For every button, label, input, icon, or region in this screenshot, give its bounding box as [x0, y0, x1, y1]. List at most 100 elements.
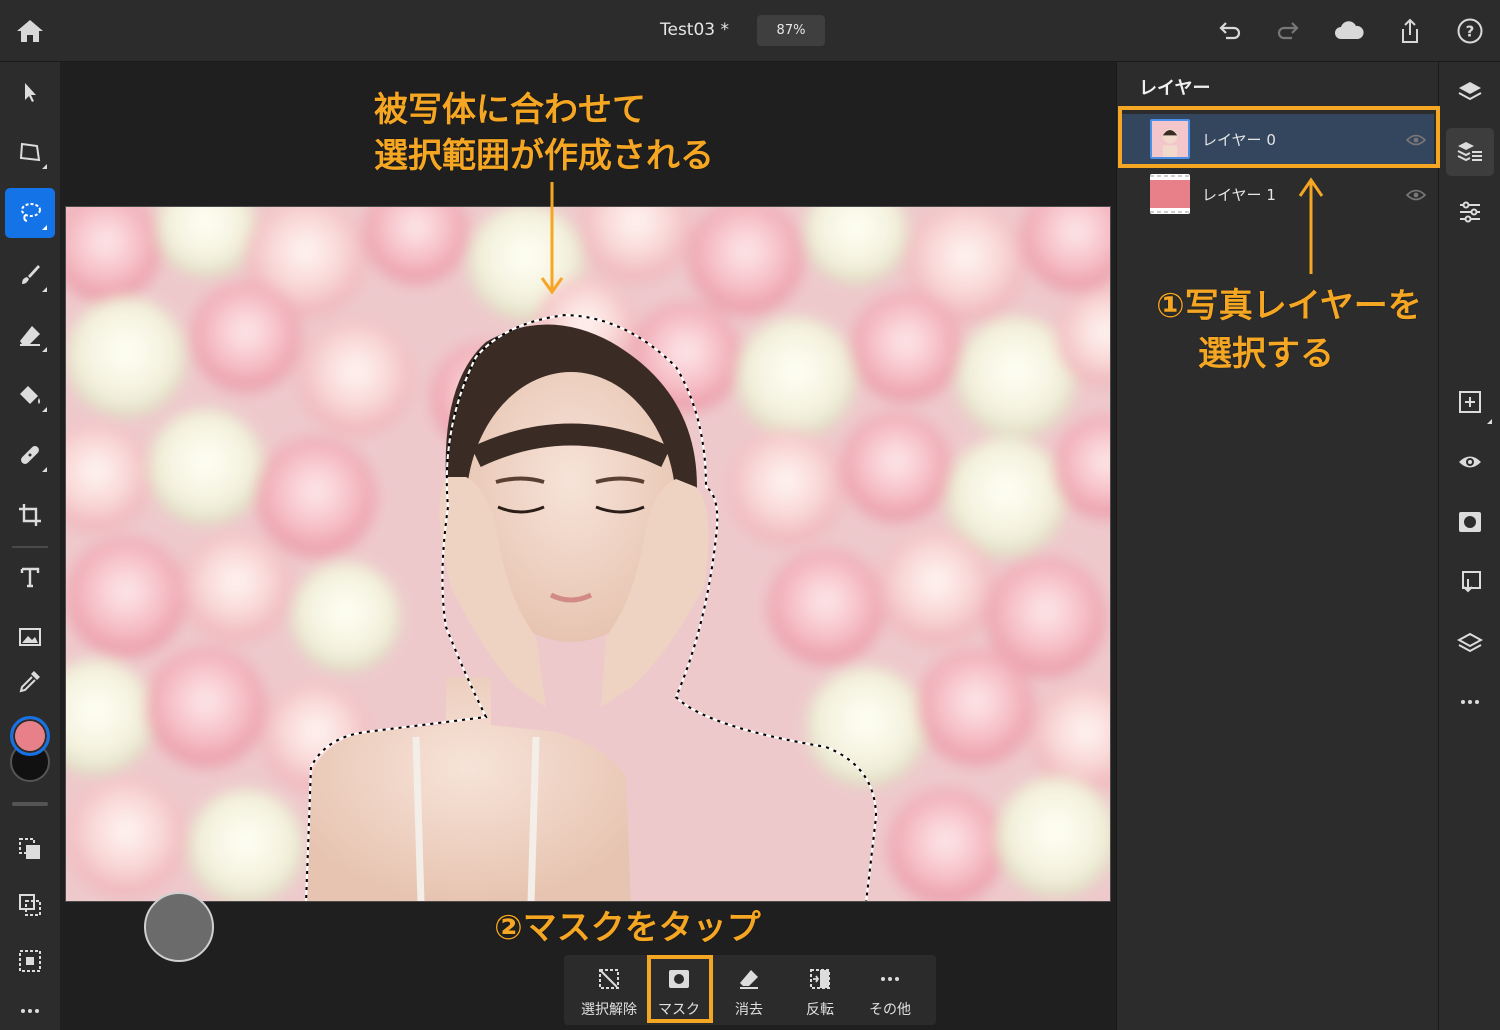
type-icon [20, 567, 40, 588]
adjustments-button[interactable] [1446, 188, 1494, 236]
selection-action-bar: 選択解除 マスク 消去 反転 その他 [564, 955, 936, 1025]
annotation-highlight-mask [647, 955, 713, 1023]
selection-subtract-tool[interactable] [5, 880, 55, 930]
corner-indicator [42, 467, 47, 472]
right-toolbar [1438, 62, 1500, 1030]
annotation-arrow-down [540, 182, 564, 295]
deselect-icon [599, 969, 619, 989]
annotation-right-line1: ①写真レイヤーを [1156, 286, 1422, 326]
clip-layer-button[interactable] [1446, 558, 1494, 606]
undo-icon[interactable] [1214, 16, 1244, 46]
corner-indicator [42, 164, 47, 169]
erase-icon [740, 970, 758, 989]
eye-icon[interactable] [1405, 187, 1427, 201]
crop-tool[interactable] [5, 490, 55, 540]
drag-handle[interactable] [12, 802, 48, 806]
selection-intersect-icon [19, 950, 41, 972]
merge-icon [1457, 632, 1483, 653]
annotation-bottom: ②マスクをタップ [494, 908, 761, 948]
foreground-color-swatch[interactable] [10, 716, 50, 756]
eraser-tool[interactable] [5, 310, 55, 360]
corner-indicator [42, 225, 47, 230]
canvas-image[interactable] [65, 206, 1111, 902]
selection-add-icon [19, 838, 40, 859]
image-tool[interactable] [5, 612, 55, 662]
clip-icon [1462, 571, 1481, 593]
healing-icon [21, 446, 39, 464]
transform-tool[interactable] [5, 127, 55, 177]
eraser-icon [20, 326, 40, 346]
layers-icon [1458, 82, 1482, 101]
more-tools-button[interactable] [5, 986, 55, 1030]
crop-icon [19, 504, 41, 526]
layer-properties-icon [1457, 142, 1482, 162]
mask-icon [1459, 512, 1481, 532]
lasso-icon [21, 203, 41, 222]
touch-shortcut-button[interactable] [144, 892, 214, 962]
layer-properties-button[interactable] [1446, 128, 1494, 176]
annotation-right-line2: 選択する [1198, 334, 1334, 374]
select-icon [25, 83, 36, 102]
add-layer-icon [1459, 391, 1481, 413]
invert-button[interactable]: 反転 [785, 955, 855, 1025]
annotation-top-line2: 選択範囲が作成される [374, 136, 714, 176]
divider [12, 546, 48, 548]
layers-panel: レイヤー レイヤー 0 レイヤー 1 [1116, 62, 1438, 1030]
more-icon [21, 1009, 39, 1013]
eyedropper-tool[interactable] [5, 656, 55, 706]
top-bar: Test03 * 87% ? [0, 0, 1500, 62]
invert-icon [810, 969, 830, 989]
deselect-label: 選択解除 [581, 1002, 637, 1018]
healing-tool[interactable] [5, 430, 55, 480]
type-tool[interactable] [5, 552, 55, 602]
transform-icon [19, 142, 41, 162]
more-options-button[interactable]: その他 [855, 955, 925, 1025]
svg-text:?: ? [1466, 23, 1475, 41]
invert-label: 反転 [806, 1002, 834, 1018]
redo-icon[interactable] [1274, 16, 1304, 46]
selection-intersect-tool[interactable] [5, 936, 55, 986]
merge-layer-button[interactable] [1446, 618, 1494, 666]
home-icon[interactable] [14, 16, 46, 46]
visibility-button[interactable] [1446, 438, 1494, 486]
selection-subtract-icon [19, 894, 41, 916]
annotation-top-line1: 被写体に合わせて [374, 90, 646, 130]
zoom-level[interactable]: 87% [757, 15, 825, 46]
more-layer-options-button[interactable] [1446, 678, 1494, 726]
layer-row-1[interactable]: レイヤー 1 [1122, 169, 1434, 219]
lasso-tool[interactable] [5, 188, 55, 238]
annotation-highlight-layer [1118, 106, 1440, 168]
fill-icon [20, 386, 40, 404]
selection-add-tool[interactable] [5, 824, 55, 874]
erase-label: 消去 [735, 1002, 763, 1018]
adjustments-icon [1460, 201, 1480, 223]
fill-tool[interactable] [5, 370, 55, 420]
cloud-icon[interactable] [1332, 16, 1366, 46]
annotation-arrow-up [1298, 177, 1324, 274]
layers-panel-button[interactable] [1446, 68, 1494, 116]
eyedropper-icon [19, 671, 40, 693]
more-options-label: その他 [869, 1002, 911, 1018]
erase-button[interactable]: 消去 [714, 955, 784, 1025]
select-tool[interactable] [5, 67, 55, 117]
share-icon[interactable] [1395, 16, 1425, 46]
image-icon [19, 628, 41, 646]
portrait-photo [66, 207, 1110, 901]
add-layer-button[interactable] [1446, 378, 1494, 426]
brush-icon [22, 265, 40, 284]
brush-tool[interactable] [5, 250, 55, 300]
corner-indicator [42, 347, 47, 352]
left-toolbar [0, 62, 60, 1030]
add-mask-button[interactable] [1446, 498, 1494, 546]
more-icon [1461, 700, 1479, 704]
corner-indicator [42, 407, 47, 412]
more-icon [881, 977, 899, 981]
corner-indicator [42, 287, 47, 292]
deselect-button[interactable]: 選択解除 [574, 955, 644, 1025]
help-icon[interactable]: ? [1455, 16, 1485, 46]
corner-indicator [1487, 419, 1492, 424]
layer-name: レイヤー 1 [1202, 185, 1276, 204]
layers-panel-title: レイヤー [1139, 78, 1211, 99]
document-title: Test03 * [660, 20, 730, 40]
eye-icon [1459, 456, 1481, 468]
